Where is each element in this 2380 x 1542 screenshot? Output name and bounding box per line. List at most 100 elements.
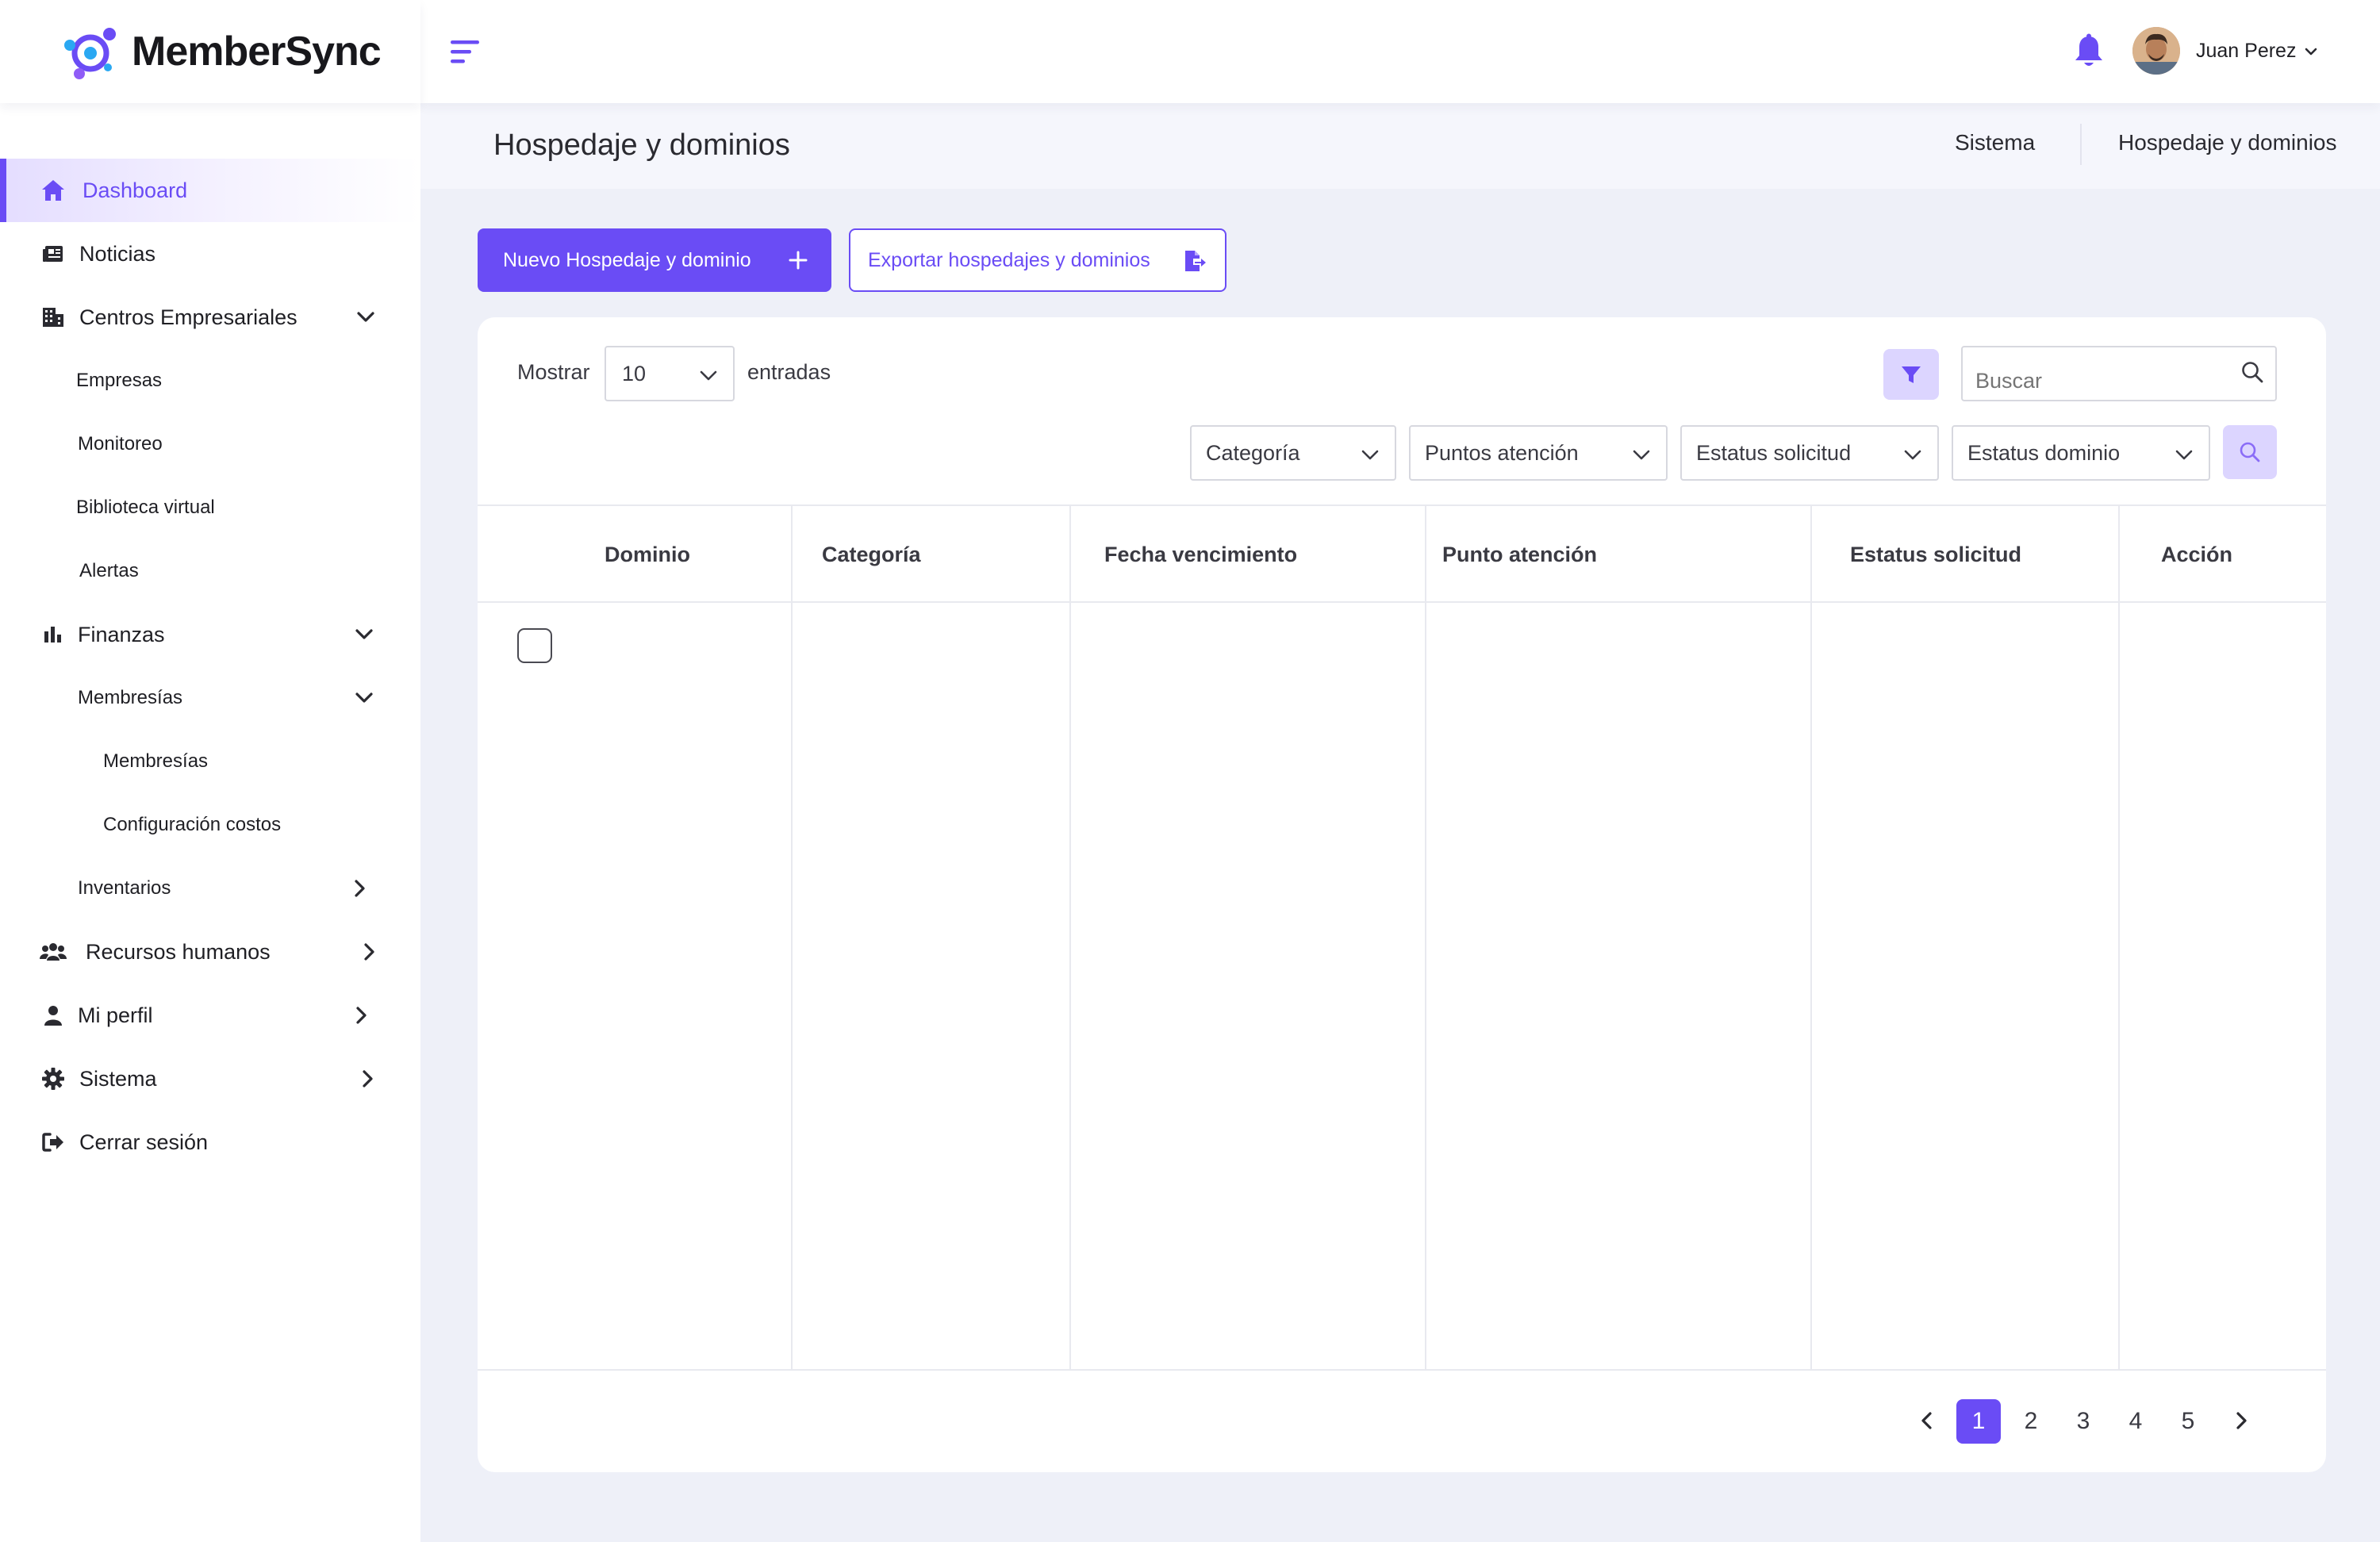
sidebar-item-label: Dashboard <box>83 178 188 202</box>
chevron-down-icon <box>357 312 374 322</box>
sidebar-item-empresas[interactable]: Empresas <box>0 349 420 412</box>
column-divider <box>1810 504 1812 1369</box>
brand-name: MemberSync <box>132 29 382 75</box>
sidebar-item-label: Alertas <box>79 560 139 581</box>
brand[interactable]: MemberSync <box>0 0 420 103</box>
pagination-page-2[interactable]: 2 <box>2009 1399 2053 1444</box>
sidebar-item-noticias[interactable]: Noticias <box>0 222 420 286</box>
sidebar-item-mi-perfil[interactable]: Mi perfil <box>0 984 420 1047</box>
sidebar-item-label: Mi perfil <box>78 1003 153 1027</box>
column-divider <box>2118 504 2120 1369</box>
sidebar-item-label: Biblioteca virtual <box>76 497 215 518</box>
chevron-down-icon[interactable] <box>2302 43 2320 60</box>
export-file-icon <box>1185 251 1206 271</box>
sidebar-item-label: Centros Empresariales <box>79 305 298 329</box>
column-header-categoria[interactable]: Categoría <box>822 543 921 567</box>
filter-icon <box>1902 366 1921 383</box>
entries-label: entradas <box>747 360 831 384</box>
sidebar-item-label: Membresías <box>78 687 183 708</box>
pagination-page-1[interactable]: 1 <box>1956 1399 2001 1444</box>
pagination-page-5[interactable]: 5 <box>2166 1399 2210 1444</box>
membersync-logo-icon <box>64 28 116 79</box>
sidebar: MemberSync Dashboard Noticias Centros Em… <box>0 0 420 1542</box>
page-size-select[interactable]: 10 <box>605 346 735 401</box>
chevron-down-icon <box>355 692 373 703</box>
column-header-accion: Acción <box>2161 543 2233 566</box>
domain-status-filter-label: Estatus dominio <box>1967 441 2121 465</box>
show-label: Mostrar <box>517 360 590 384</box>
sidebar-item-centros-empresariales[interactable]: Centros Empresariales <box>0 286 420 349</box>
pagination-page-4[interactable]: 4 <box>2113 1399 2158 1444</box>
category-filter-select[interactable]: Categoría <box>1190 425 1396 481</box>
search-input[interactable] <box>1961 346 2277 401</box>
plus-icon <box>789 251 808 270</box>
column-header-punto-atencion[interactable]: Punto atención <box>1442 543 1597 567</box>
building-icon <box>40 304 67 331</box>
filter-button[interactable] <box>1883 349 1939 400</box>
service-points-filter-select[interactable]: Puntos atención <box>1409 425 1668 481</box>
table-header-border <box>478 601 2326 603</box>
sidebar-item-label: Monitoreo <box>78 433 163 455</box>
sidebar-item-inventarios[interactable]: Inventarios <box>0 857 420 920</box>
bell-icon[interactable] <box>2072 33 2106 70</box>
chevron-right-icon <box>355 880 365 897</box>
breadcrumb-divider <box>2080 124 2082 165</box>
sidebar-item-label: Cerrar sesión <box>79 1130 209 1154</box>
sidebar-item-cerrar-sesion[interactable]: Cerrar sesión <box>0 1110 420 1174</box>
sidebar-item-biblioteca-virtual[interactable]: Biblioteca virtual <box>0 476 420 539</box>
column-header-fecha-vencimiento[interactable]: Fecha vencimiento <box>1104 543 1297 567</box>
pagination-page-3[interactable]: 3 <box>2061 1399 2106 1444</box>
user-icon <box>40 1002 67 1029</box>
chevron-down-icon <box>355 629 373 639</box>
service-points-filter-label: Puntos atención <box>1425 441 1579 465</box>
chevron-down-icon <box>1361 450 1379 460</box>
breadcrumb-sistema[interactable]: Sistema <box>1955 130 2035 155</box>
sidebar-item-alertas[interactable]: Alertas <box>0 539 420 603</box>
gear-icon <box>40 1065 67 1092</box>
export-label: Exportar hospedajes y dominios <box>868 248 1150 271</box>
chevron-down-icon <box>700 370 717 381</box>
column-header-dominio[interactable]: Dominio <box>605 543 690 567</box>
sidebar-item-label: Configuración costos <box>103 814 282 835</box>
chevron-right-icon <box>363 1070 373 1087</box>
export-button[interactable]: Exportar hospedajes y dominios <box>849 228 1226 292</box>
sidebar-item-dashboard[interactable]: Dashboard <box>0 159 420 222</box>
topbar: Juan Perez <box>420 0 2380 103</box>
column-divider <box>1425 504 1426 1369</box>
chevron-down-icon <box>1904 450 1921 460</box>
search-icon[interactable] <box>2240 360 2264 384</box>
avatar[interactable] <box>2132 27 2180 75</box>
chevron-down-icon <box>2175 450 2193 460</box>
sidebar-item-membresias[interactable]: Membresías <box>0 730 420 793</box>
table-bottom-border <box>478 1369 2326 1371</box>
column-header-estatus-solicitud[interactable]: Estatus solicitud <box>1850 543 2021 567</box>
page-size-value: 10 <box>622 362 647 386</box>
row-select-checkbox[interactable] <box>517 628 552 663</box>
sidebar-item-membresias-group[interactable]: Membresías <box>0 666 420 730</box>
new-hosting-button[interactable]: Nuevo Hospedaje y dominio <box>478 228 831 292</box>
domain-status-filter-select[interactable]: Estatus dominio <box>1952 425 2210 481</box>
sidebar-item-monitoreo[interactable]: Monitoreo <box>0 412 420 476</box>
home-icon <box>40 177 67 204</box>
sidebar-item-label: Sistema <box>79 1066 157 1091</box>
sidebar-item-finanzas[interactable]: Finanzas <box>0 603 420 666</box>
sidebar-item-label: Inventarios <box>78 877 171 899</box>
page-title: Hospedaje y dominios <box>493 128 790 162</box>
table-top-border <box>478 504 2326 506</box>
users-icon <box>40 938 67 965</box>
chevron-left-icon[interactable] <box>1915 1409 1939 1433</box>
sidebar-item-recursos-humanos[interactable]: Recursos humanos <box>0 920 420 984</box>
chevron-down-icon <box>1633 450 1650 460</box>
search-icon <box>2240 442 2260 462</box>
request-status-filter-select[interactable]: Estatus solicitud <box>1680 425 1939 481</box>
chart-icon <box>40 621 67 648</box>
sidebar-item-configuracion-costos[interactable]: Configuración costos <box>0 793 420 857</box>
chevron-right-icon[interactable] <box>2229 1409 2253 1433</box>
hamburger-icon[interactable] <box>449 38 481 65</box>
breadcrumb-current: Hospedaje y dominios <box>2118 130 2337 155</box>
user-name[interactable]: Juan Perez <box>2196 40 2296 63</box>
sidebar-item-label: Empresas <box>76 370 163 391</box>
sidebar-item-sistema[interactable]: Sistema <box>0 1047 420 1110</box>
apply-filters-search-button[interactable] <box>2223 425 2277 479</box>
column-divider <box>791 504 793 1369</box>
